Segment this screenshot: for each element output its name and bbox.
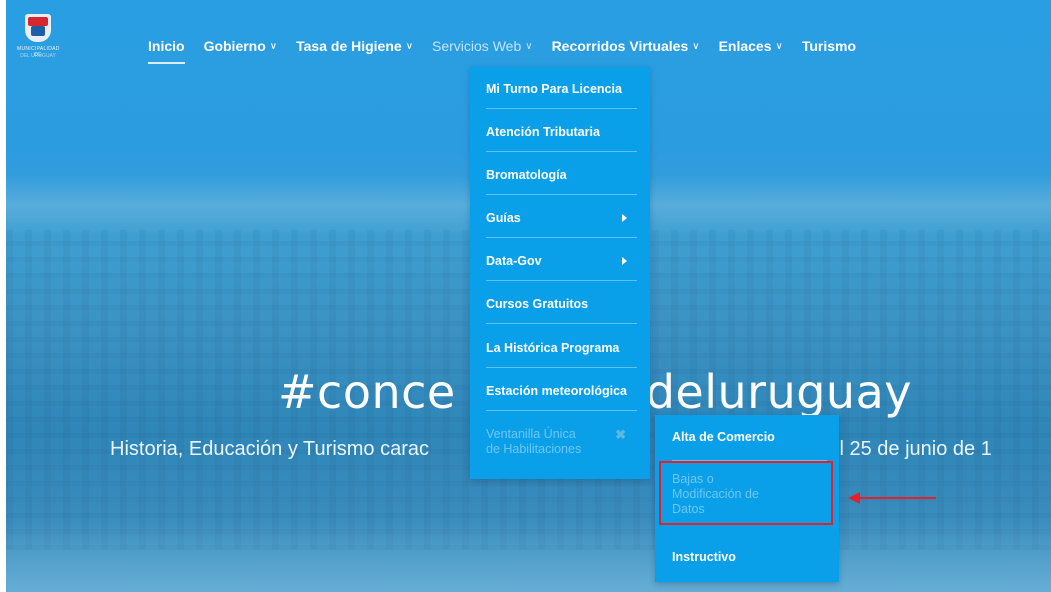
hero-subtitle-left: Historia, Educación y Turismo carac: [110, 438, 430, 460]
nav-label: Recorridos Virtuales: [551, 38, 689, 54]
servicios-web-dropdown: Mi Turno Para Licencia Atención Tributar…: [470, 67, 650, 479]
menu-item-cursos-gratuitos[interactable]: Cursos Gratuitos: [486, 297, 637, 324]
chevron-down-icon: ∨: [269, 40, 278, 52]
municipal-shield-icon: [25, 14, 51, 42]
nav-label: Tasa de Higiene: [296, 38, 402, 54]
chevron-down-icon: ∨: [525, 40, 533, 52]
menu-item-la-historica-programa[interactable]: La Histórica Programa: [486, 341, 637, 368]
nav-label: Gobierno: [203, 38, 266, 54]
menu-item-label: Cursos Gratuitos: [486, 297, 589, 311]
menu-item-label: Mi Turno Para Licencia: [486, 82, 622, 96]
divider: [486, 323, 637, 324]
divider: [486, 194, 637, 195]
hero-title-left: #conce: [278, 365, 456, 419]
menu-item-label: Atención Tributaria: [486, 125, 600, 139]
caret-right-icon: [622, 257, 627, 265]
nav-label: Servicios Web: [432, 38, 522, 54]
divider: [486, 280, 637, 281]
annotation-arrow-shaft: [858, 497, 936, 499]
chevron-down-icon: ∨: [405, 40, 414, 52]
divider: [486, 151, 637, 152]
caret-right-icon: [622, 214, 627, 222]
submenu-item-instructivo[interactable]: Instructivo: [672, 550, 736, 564]
menu-item-atencion-tributaria[interactable]: Atención Tributaria: [486, 125, 637, 152]
hero-title-right: deluruguay: [645, 365, 912, 419]
nav-gobierno[interactable]: Gobierno ∨: [204, 34, 278, 58]
menu-item-label: Estación meteorológica: [486, 384, 628, 398]
nav-tasa-de-higiene[interactable]: Tasa de Higiene ∨: [296, 34, 413, 58]
divider: [486, 367, 637, 368]
logo-line-2: DEL URUGUAY: [20, 53, 56, 59]
divider: [486, 237, 637, 238]
menu-item-estacion-meteorologica[interactable]: Estación meteorológica: [486, 384, 637, 411]
menu-item-guias[interactable]: Guías: [486, 211, 637, 238]
nav-label: Inicio: [148, 38, 185, 54]
menu-item-label: Guías: [486, 211, 521, 225]
menu-item-mi-turno[interactable]: Mi Turno Para Licencia: [486, 82, 637, 109]
menu-item-label: Bromatología: [486, 168, 567, 182]
menu-item-label-line2: de Habilitaciones: [486, 442, 582, 456]
submenu-item-alta-de-comercio[interactable]: Alta de Comercio: [672, 430, 775, 444]
nav-servicios-web[interactable]: Servicios Web ∨: [432, 34, 533, 58]
chevron-down-icon: ∨: [775, 40, 783, 52]
nav-label: Turismo: [801, 38, 857, 54]
menu-item-data-gov[interactable]: Data-Gov: [486, 254, 637, 281]
annotation-highlight-box: [659, 461, 833, 525]
river-haze: [6, 520, 1051, 592]
main-nav: Inicio Gobierno ∨ Tasa de Higiene ∨ Servic…: [148, 34, 875, 64]
nav-recorridos-virtuales[interactable]: Recorridos Virtuales ∨: [552, 34, 700, 58]
divider: [486, 410, 637, 411]
menu-item-label: La Histórica Programa: [486, 341, 620, 355]
menu-item-ventanilla-unica[interactable]: Ventanilla Única de Habilitaciones ✖: [486, 427, 637, 457]
menu-item-bromatologia[interactable]: Bromatología: [486, 168, 637, 195]
chevron-down-icon: ∨: [692, 40, 700, 52]
menu-item-label: Data-Gov: [486, 254, 542, 268]
nav-label: Enlaces: [718, 38, 772, 54]
close-icon: ✖: [615, 427, 626, 442]
nav-enlaces[interactable]: Enlaces ∨: [719, 34, 783, 58]
site-logo[interactable]: MUNICIPALIDAD DE DEL URUGUAY: [17, 14, 59, 76]
nav-inicio[interactable]: Inicio: [148, 34, 185, 64]
nav-turismo[interactable]: Turismo: [802, 34, 856, 58]
annotation-arrow-icon: [848, 492, 860, 504]
divider: [486, 108, 637, 109]
